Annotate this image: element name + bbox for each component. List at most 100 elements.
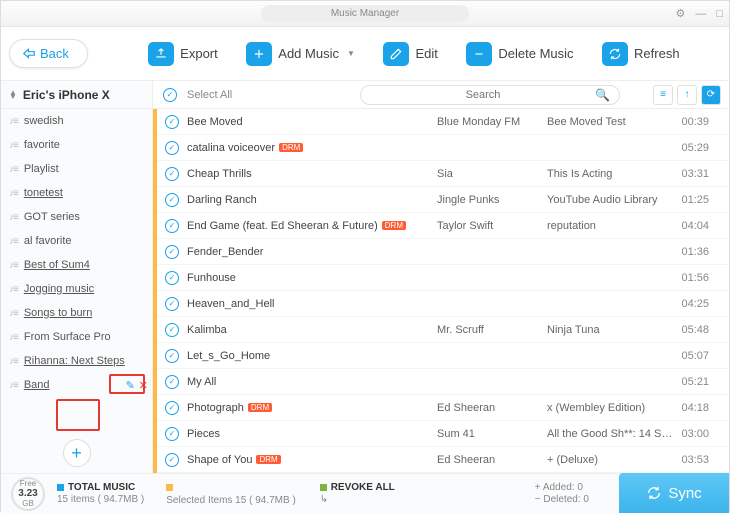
sidebar-item-from-surface-pro[interactable]: ♪≡From Surface Pro	[1, 325, 152, 349]
search-input[interactable]	[360, 85, 620, 105]
track-artist: Ed Sheeran	[437, 454, 547, 466]
maximize-icon[interactable]: □	[716, 8, 723, 20]
view-refresh-icon[interactable]: ⟳	[701, 85, 721, 105]
drm-badge: DRM	[382, 221, 406, 230]
track-name: Heaven_and_Hell	[187, 298, 437, 310]
revoke-all-button[interactable]: REVOKE ALL	[331, 482, 395, 493]
track-row[interactable]: ✓PhotographDRMEd Sheeranx (Wembley Editi…	[153, 395, 729, 421]
track-row[interactable]: ✓ Heaven_and_Hell 04:25	[153, 291, 729, 317]
view-list-icon[interactable]: ≡	[653, 85, 673, 105]
track-row[interactable]: ✓Cheap ThrillsSiaThis Is Acting03:31	[153, 161, 729, 187]
row-checkbox[interactable]: ✓	[165, 453, 179, 467]
playlist-icon: ♪≡	[9, 164, 18, 175]
track-duration: 04:04	[677, 220, 719, 232]
search-icon[interactable]: 🔍	[595, 88, 610, 102]
row-checkbox[interactable]: ✓	[165, 141, 179, 155]
track-row[interactable]: ✓Bee MovedBlue Monday FMBee Moved Test00…	[153, 109, 729, 135]
row-checkbox[interactable]: ✓	[165, 219, 179, 233]
track-row[interactable]: ✓My All05:21	[153, 369, 729, 395]
refresh-icon	[602, 42, 628, 66]
refresh-button[interactable]: Refresh	[602, 42, 680, 66]
track-album: YouTube Audio Library	[547, 194, 677, 206]
row-checkbox[interactable]: ✓	[165, 193, 179, 207]
row-checkbox[interactable]: ✓	[165, 375, 179, 389]
row-checkbox[interactable]: ✓	[165, 349, 179, 363]
sidebar-item-best-of-sum4[interactable]: ♪≡Best of Sum4	[1, 253, 152, 277]
sidebar-item-favorite[interactable]: ♪≡favorite	[1, 133, 152, 157]
playlist-icon: ♪≡	[9, 356, 18, 367]
row-checkbox[interactable]: ✓	[165, 167, 179, 181]
content: ✓ Select All 🔍 ≡ ↑ ⟳ ✓Bee MovedBlue Mond…	[153, 81, 729, 473]
add-music-button[interactable]: Add Music ▼	[246, 42, 355, 66]
settings-icon[interactable]: ⚙	[675, 7, 685, 20]
select-all-checkbox[interactable]: ✓	[163, 88, 177, 102]
delete-button[interactable]: Delete Music	[466, 42, 573, 66]
playlist-icon: ♪≡	[9, 116, 18, 127]
track-row[interactable]: ✓Funhouse01:56	[153, 265, 729, 291]
selection-bar	[153, 109, 157, 473]
row-checkbox[interactable]: ✓	[165, 271, 179, 285]
sidebar-item-got-series[interactable]: ♪≡GOT series	[1, 205, 152, 229]
sidebar-item-swedish[interactable]: ♪≡swedish	[1, 109, 152, 133]
row-checkbox[interactable]: ✓	[165, 401, 179, 415]
sidebar-item-al-favorite[interactable]: ♪≡al favorite	[1, 229, 152, 253]
sidebar-item-jogging-music[interactable]: ♪≡Jogging music	[1, 277, 152, 301]
track-duration: 01:36	[677, 246, 719, 258]
track-name: Bee Moved	[187, 116, 437, 128]
delete-icon	[466, 42, 492, 66]
sidebar-item-rihanna-next-steps[interactable]: ♪≡Rihanna: Next Steps	[1, 349, 152, 373]
track-row[interactable]: ✓Darling RanchJingle PunksYouTube Audio …	[153, 187, 729, 213]
track-duration: 04:25	[677, 298, 719, 310]
rename-icon[interactable]: ✎	[126, 379, 135, 392]
playlist-icon: ♪≡	[9, 260, 18, 271]
playlist-icon: ♪≡	[9, 140, 18, 151]
track-album: Bee Moved Test	[547, 116, 677, 128]
drm-badge: DRM	[256, 455, 280, 464]
track-row[interactable]: ✓Let_s_Go_Home05:07	[153, 343, 729, 369]
row-checkbox[interactable]: ✓	[165, 427, 179, 441]
add-playlist-button[interactable]: +	[63, 439, 91, 467]
select-all-label[interactable]: Select All	[187, 89, 327, 101]
sidebar-item-songs-to-burn[interactable]: ♪≡Songs to burn	[1, 301, 152, 325]
track-row[interactable]: ✓PiecesSum 41All the Good Sh**: 14 Solid…	[153, 421, 729, 447]
sidebar-item-band[interactable]: ♪≡Band✎✕	[1, 373, 152, 397]
close-icon[interactable]: ✕	[139, 379, 148, 392]
minimize-icon[interactable]: —	[695, 8, 706, 20]
total-music-label: TOTAL MUSIC	[68, 482, 135, 493]
track-row[interactable]: ✓End Game (feat. Ed Sheeran & Future)DRM…	[153, 213, 729, 239]
row-checkbox[interactable]: ✓	[165, 323, 179, 337]
track-duration: 01:25	[677, 194, 719, 206]
playlist-icon: ♪≡	[9, 284, 18, 295]
app-title: Music Manager	[261, 5, 469, 22]
track-duration: 03:00	[677, 428, 719, 440]
track-artist: Jingle Punks	[437, 194, 547, 206]
row-checkbox[interactable]: ✓	[165, 245, 179, 259]
sidebar-item-tonetest[interactable]: ♪≡tonetest	[1, 181, 152, 205]
track-album: + (Deluxe)	[547, 454, 677, 466]
track-row[interactable]: ✓KalimbaMr. ScruffNinja Tuna05:48	[153, 317, 729, 343]
track-name: Kalimba	[187, 324, 437, 336]
back-button[interactable]: Back	[9, 39, 88, 68]
drm-badge: DRM	[279, 143, 303, 152]
track-row[interactable]: ✓ Fender_Bender 01:36	[153, 239, 729, 265]
view-sort-icon[interactable]: ↑	[677, 85, 697, 105]
disk-free-indicator: Free 3.23 GB	[11, 477, 45, 511]
track-name: Fender_Bender	[187, 246, 437, 258]
chevron-down-icon: ▼	[347, 49, 355, 58]
track-row[interactable]: ✓Shape of YouDRMEd Sheeran+ (Deluxe)03:5…	[153, 447, 729, 473]
device-header[interactable]: ▲▼ Eric's iPhone X	[1, 81, 152, 109]
track-duration: 05:29	[677, 142, 719, 154]
track-artist: Ed Sheeran	[437, 402, 547, 414]
sync-button[interactable]: Sync	[619, 473, 729, 513]
track-album: Ninja Tuna	[547, 324, 677, 336]
row-checkbox[interactable]: ✓	[165, 297, 179, 311]
sidebar-item-playlist[interactable]: ♪≡Playlist	[1, 157, 152, 181]
track-duration: 05:21	[677, 376, 719, 388]
export-button[interactable]: Export	[148, 42, 218, 66]
row-checkbox[interactable]: ✓	[165, 115, 179, 129]
track-artist: Mr. Scruff	[437, 324, 547, 336]
edit-button[interactable]: Edit	[383, 42, 437, 66]
track-album: This Is Acting	[547, 168, 677, 180]
track-row[interactable]: ✓catalina voiceoverDRM05:29	[153, 135, 729, 161]
playlist-icon: ♪≡	[9, 332, 18, 343]
